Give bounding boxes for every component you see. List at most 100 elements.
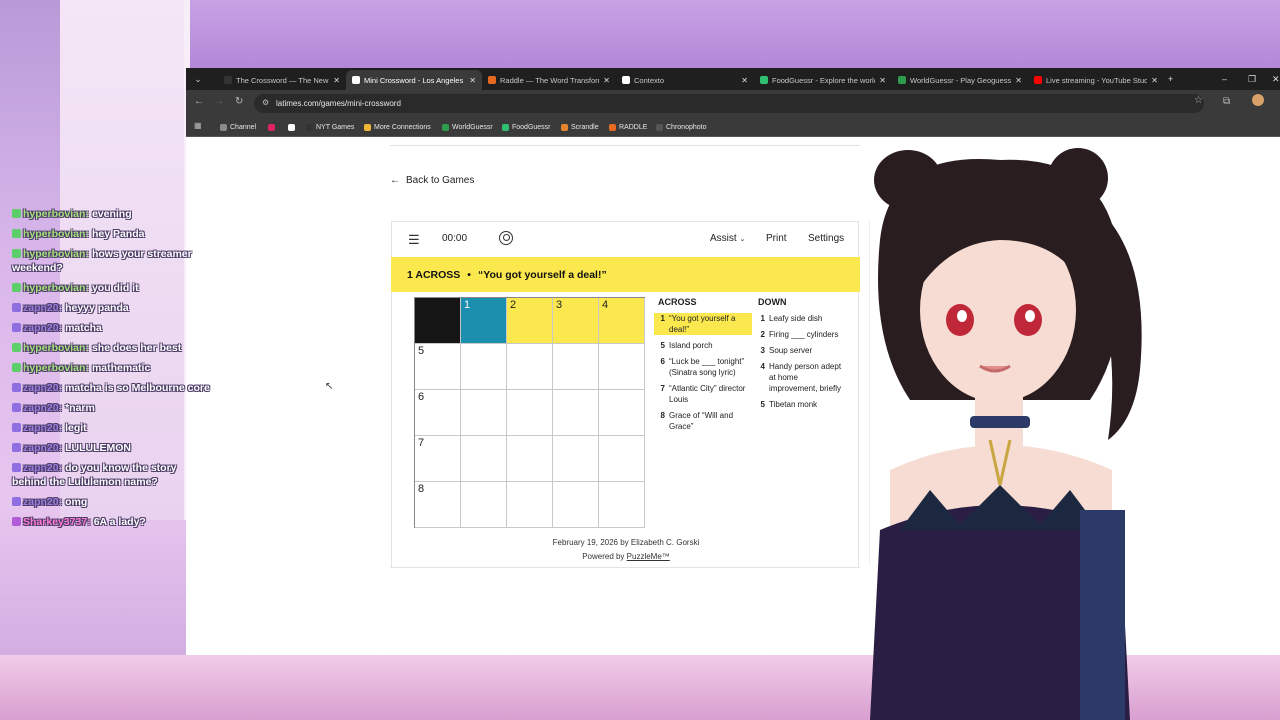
bookmark-item[interactable]: Channel xyxy=(220,121,256,134)
tab-search-icon[interactable]: ⌄ xyxy=(186,68,210,90)
chat-text: omg xyxy=(65,496,88,508)
user-icon[interactable] xyxy=(499,231,513,245)
browser-tab[interactable]: Raddle — The Word Transform... ✕ xyxy=(482,70,616,90)
chat-message: zapn20: matcha xyxy=(12,321,212,335)
bookmark-item[interactable]: Chronophoto xyxy=(656,121,706,134)
browser-tab[interactable]: WorldGuessr - Play Geoguessr ✕ xyxy=(892,70,1028,90)
chat-badge-icon xyxy=(12,229,21,238)
chat-username: zapn20: xyxy=(23,496,63,508)
divider xyxy=(390,567,860,568)
chat-username: zapn20: xyxy=(23,322,63,334)
grid-cell[interactable] xyxy=(461,390,507,436)
cell-number: 4 xyxy=(602,299,609,311)
grid-cell[interactable] xyxy=(553,436,599,482)
maximize-icon[interactable]: ❐ xyxy=(1248,68,1256,90)
apps-grid-icon[interactable]: ▦ xyxy=(194,121,202,130)
bookmark-star-icon[interactable]: ☆ xyxy=(1194,95,1203,106)
grid-cell[interactable] xyxy=(507,390,553,436)
tab-close-icon[interactable]: ✕ xyxy=(603,76,610,85)
grid-cell[interactable] xyxy=(599,482,645,528)
across-clue[interactable]: 5 Island porch xyxy=(658,340,752,351)
back-arrow-icon[interactable]: ← xyxy=(194,96,204,107)
tab-favicon-icon xyxy=(622,76,630,84)
grid-cell[interactable] xyxy=(461,344,507,390)
browser-tab[interactable]: FoodGuessr - Explore the world ✕ xyxy=(754,70,892,90)
down-clue[interactable]: 5 Tibetan monk xyxy=(758,399,848,410)
grid-cell[interactable]: 3 xyxy=(553,298,599,344)
bookmark-item[interactable]: Scrandle xyxy=(561,121,599,134)
chat-badge-icon xyxy=(12,443,21,452)
grid-cell[interactable] xyxy=(507,344,553,390)
reload-icon[interactable]: ↻ xyxy=(235,96,243,107)
grid-cell[interactable]: 5 xyxy=(415,344,461,390)
print-button[interactable]: Print xyxy=(766,233,787,244)
grid-cell[interactable]: 8 xyxy=(415,482,461,528)
bookmark-item[interactable] xyxy=(288,121,298,134)
url-field[interactable]: ⚙ latimes.com/games/mini-crossword xyxy=(254,94,1204,113)
down-clue[interactable]: 4 Handy person adept at home improvement,… xyxy=(758,361,848,394)
grid-cell[interactable]: 6 xyxy=(415,390,461,436)
tab-close-icon[interactable]: ✕ xyxy=(1015,76,1022,85)
tab-close-icon[interactable]: ✕ xyxy=(1151,76,1158,85)
browser-tab[interactable]: Mini Crossword - Los Angeles T ✕ xyxy=(346,70,482,90)
grid-cell[interactable] xyxy=(599,436,645,482)
cell-number: 3 xyxy=(556,299,563,311)
bookmark-item[interactable]: FoodGuessr xyxy=(502,121,551,134)
bookmark-item[interactable]: More Connections xyxy=(364,121,431,134)
chat-username: zapn20: xyxy=(23,402,63,414)
grid-cell[interactable]: 1 xyxy=(461,298,507,344)
tab-close-icon[interactable]: ✕ xyxy=(469,76,476,85)
grid-cell[interactable] xyxy=(599,390,645,436)
close-window-icon[interactable]: ✕ xyxy=(1272,68,1280,90)
assist-dropdown[interactable]: Assist ⌄ xyxy=(710,233,745,244)
browser-tab[interactable]: Contexto ✕ xyxy=(616,70,754,90)
across-clue[interactable]: 6 “Luck be ___ tonight” (Sinatra song lyr… xyxy=(658,356,752,378)
grid-cell[interactable] xyxy=(507,482,553,528)
bookmark-item[interactable]: WorldGuessr xyxy=(442,121,493,134)
site-info-icon[interactable]: ⚙ xyxy=(262,98,269,107)
grid-cell[interactable] xyxy=(599,344,645,390)
grid-cell[interactable] xyxy=(553,390,599,436)
settings-button[interactable]: Settings xyxy=(808,233,844,244)
new-tab-icon[interactable]: + xyxy=(1168,68,1173,90)
down-clue[interactable]: 3 Soup server xyxy=(758,345,848,356)
grid-cell[interactable]: 7 xyxy=(415,436,461,482)
clue-text: Firing ___ cylinders xyxy=(769,330,839,339)
grid-cell[interactable] xyxy=(461,436,507,482)
grid-cell[interactable]: 2 xyxy=(507,298,553,344)
browser-tab[interactable]: The Crossword — The New Yo... ✕ xyxy=(218,70,346,90)
grid-cell[interactable]: 4 xyxy=(599,298,645,344)
bookmark-item[interactable] xyxy=(268,121,278,134)
clue-number: 1 xyxy=(660,314,665,323)
browser-tab[interactable]: Live streaming - YouTube Studio ✕ xyxy=(1028,70,1164,90)
tab-close-icon[interactable]: ✕ xyxy=(879,76,886,85)
bookmark-item[interactable]: NYT Games xyxy=(306,121,354,134)
current-clue-banner: 1 ACROSS • “You got yourself a deal!” xyxy=(391,257,860,292)
down-clue[interactable]: 1 Leafy side dish xyxy=(758,313,848,324)
down-clue[interactable]: 2 Firing ___ cylinders xyxy=(758,329,848,340)
grid-cell[interactable] xyxy=(507,436,553,482)
grid-cell[interactable] xyxy=(553,482,599,528)
bookmark-item[interactable]: RADDLE xyxy=(609,121,647,134)
chat-text: 6A a lady? xyxy=(93,516,146,528)
grid-cell[interactable] xyxy=(553,344,599,390)
across-clue[interactable]: 8 Grace of “Will and Grace” xyxy=(658,410,752,432)
across-clue[interactable]: 1 “You got yourself a deal!” xyxy=(654,313,752,335)
across-clue[interactable]: 7 “Atlantic City” director Louis xyxy=(658,383,752,405)
grid-cell[interactable] xyxy=(461,482,507,528)
hamburger-menu-icon[interactable]: ☰ xyxy=(408,232,420,248)
chat-username: hyperbovian: xyxy=(23,248,89,260)
chevron-down-icon: ⌄ xyxy=(739,236,746,243)
profile-avatar[interactable] xyxy=(1252,94,1264,106)
background-wall xyxy=(186,0,1280,68)
back-to-games-link[interactable]: ← Back to Games xyxy=(390,175,474,186)
tab-close-icon[interactable]: ✕ xyxy=(741,76,748,85)
forward-arrow-icon[interactable]: → xyxy=(214,96,224,107)
tab-close-icon[interactable]: ✕ xyxy=(333,76,340,85)
clue-text: Island porch xyxy=(669,341,713,350)
puzzleme-link[interactable]: PuzzleMe™ xyxy=(627,552,670,561)
tab-title: The Crossword — The New Yo... xyxy=(236,75,329,85)
extensions-icon[interactable]: ⧉ xyxy=(1223,96,1230,107)
tab-title: Raddle — The Word Transform... xyxy=(500,75,600,85)
minimize-icon[interactable]: – xyxy=(1222,68,1227,90)
